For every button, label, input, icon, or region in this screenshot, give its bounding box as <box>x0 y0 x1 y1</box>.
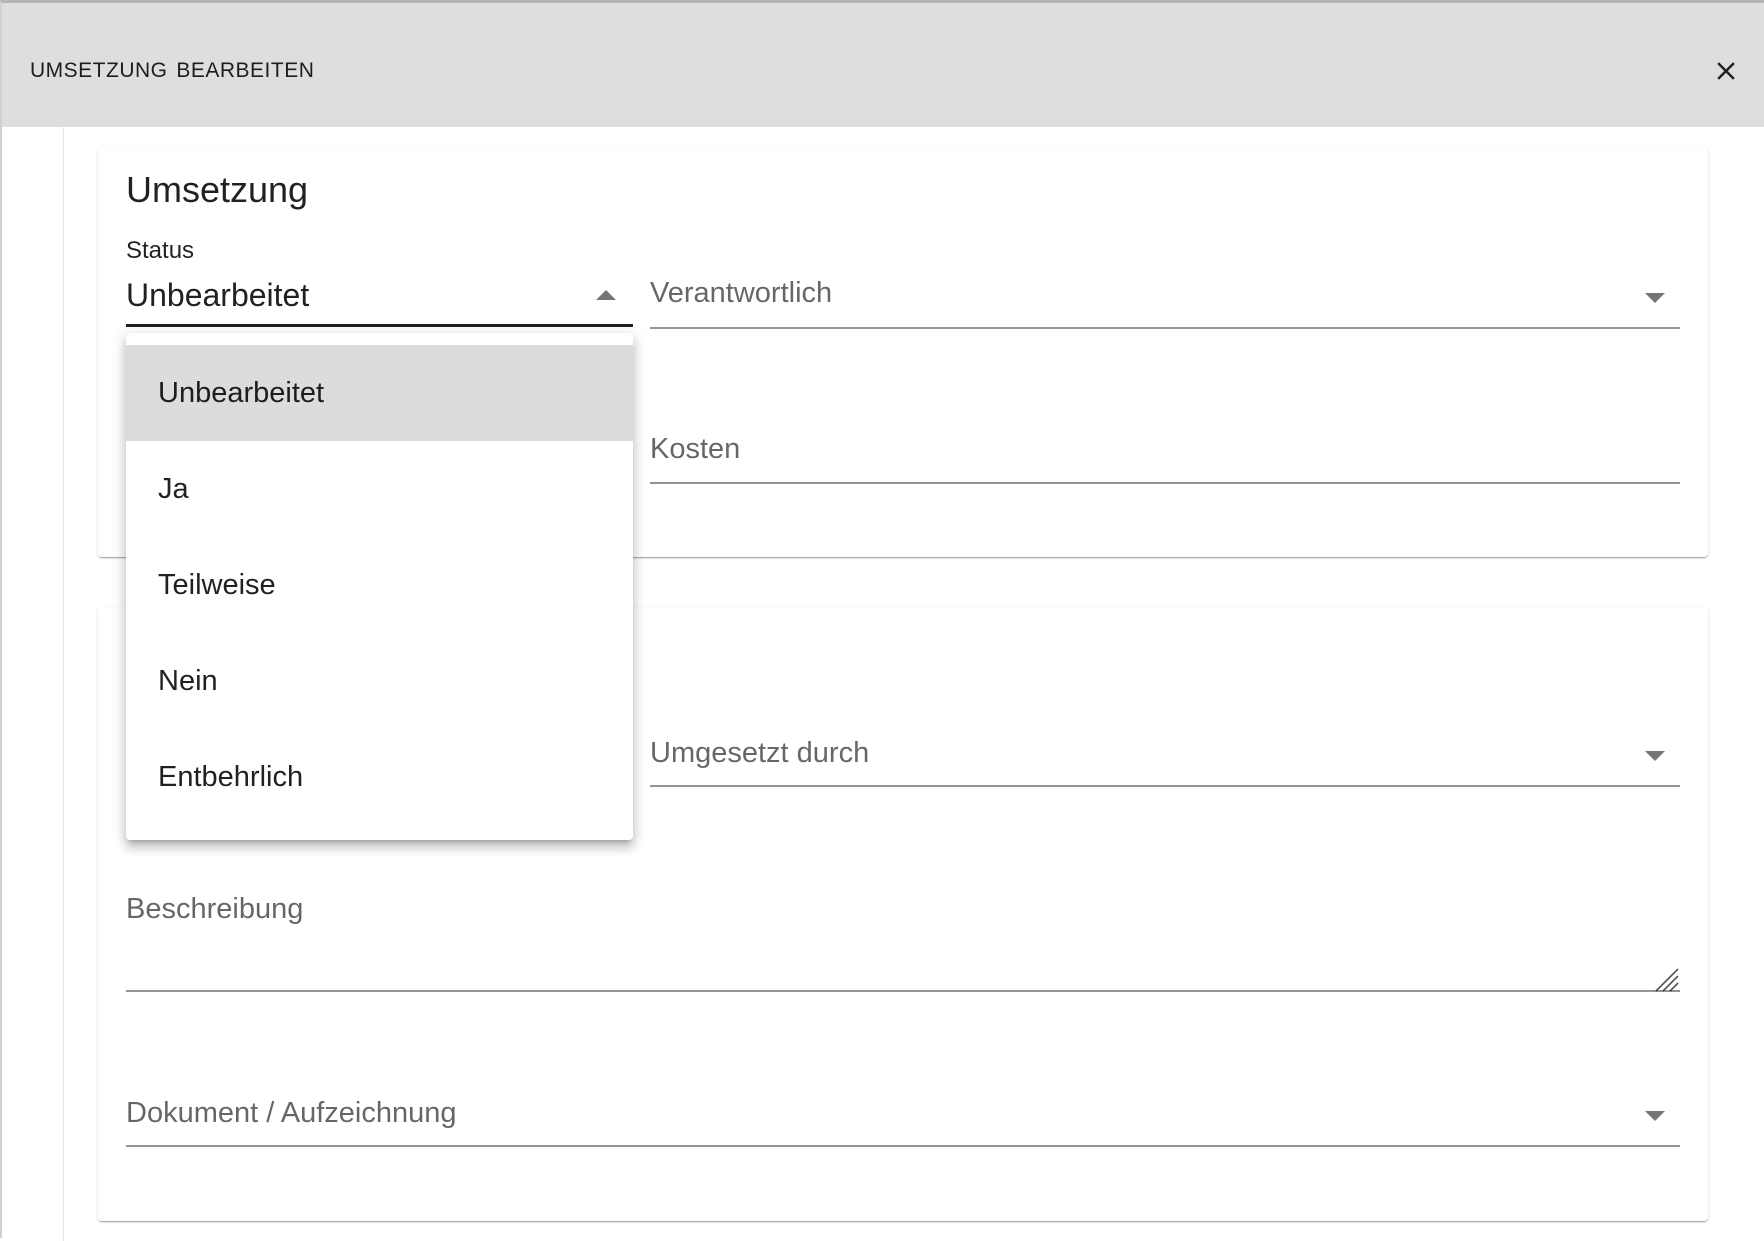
chevron-down-icon[interactable] <box>1645 1111 1665 1121</box>
left-gutter-divider <box>63 127 64 1241</box>
beschreibung-textarea[interactable]: Beschreibung <box>126 893 303 926</box>
close-icon <box>1717 62 1735 80</box>
chevron-down-icon[interactable] <box>1645 293 1665 303</box>
menu-item-entbehrlich[interactable]: Entbehrlich <box>126 729 633 825</box>
edit-dialog: Umsetzung bearbeiten Umsetzung Status Un… <box>0 0 1764 1241</box>
menu-item-nein[interactable]: Nein <box>126 633 633 729</box>
verantwortlich-select[interactable]: Verantwortlich <box>650 277 832 310</box>
status-dropdown-menu: Unbearbeitet Ja Teilweise Nein Entbehrli… <box>126 333 633 840</box>
dokument-underline <box>126 1145 1680 1147</box>
kosten-input[interactable]: Kosten <box>650 433 740 466</box>
chevron-down-icon[interactable] <box>1645 751 1665 761</box>
dokument-select[interactable]: Dokument / Aufzeichnung <box>126 1097 456 1130</box>
beschreibung-underline <box>126 990 1680 992</box>
status-label: Status <box>126 237 195 264</box>
status-select-underline <box>126 324 633 327</box>
menu-item-ja[interactable]: Ja <box>126 441 633 537</box>
umgesetzt-durch-select[interactable]: Umgesetzt durch <box>650 737 869 770</box>
umgesetzt-durch-underline <box>650 785 1680 787</box>
status-select-value[interactable]: Unbearbeitet <box>126 277 309 314</box>
close-button[interactable] <box>1702 47 1750 95</box>
section-title-umsetzung: Umsetzung <box>126 169 309 210</box>
caret-up-icon[interactable] <box>596 290 616 300</box>
resize-handle-icon[interactable] <box>1652 965 1680 993</box>
kosten-underline <box>650 482 1680 484</box>
menu-item-teilweise[interactable]: Teilweise <box>126 537 633 633</box>
dialog-title: Umsetzung bearbeiten <box>30 51 315 84</box>
menu-item-unbearbeitet[interactable]: Unbearbeitet <box>126 345 633 441</box>
dialog-header: Umsetzung bearbeiten <box>2 3 1764 127</box>
verantwortlich-underline <box>650 327 1680 329</box>
